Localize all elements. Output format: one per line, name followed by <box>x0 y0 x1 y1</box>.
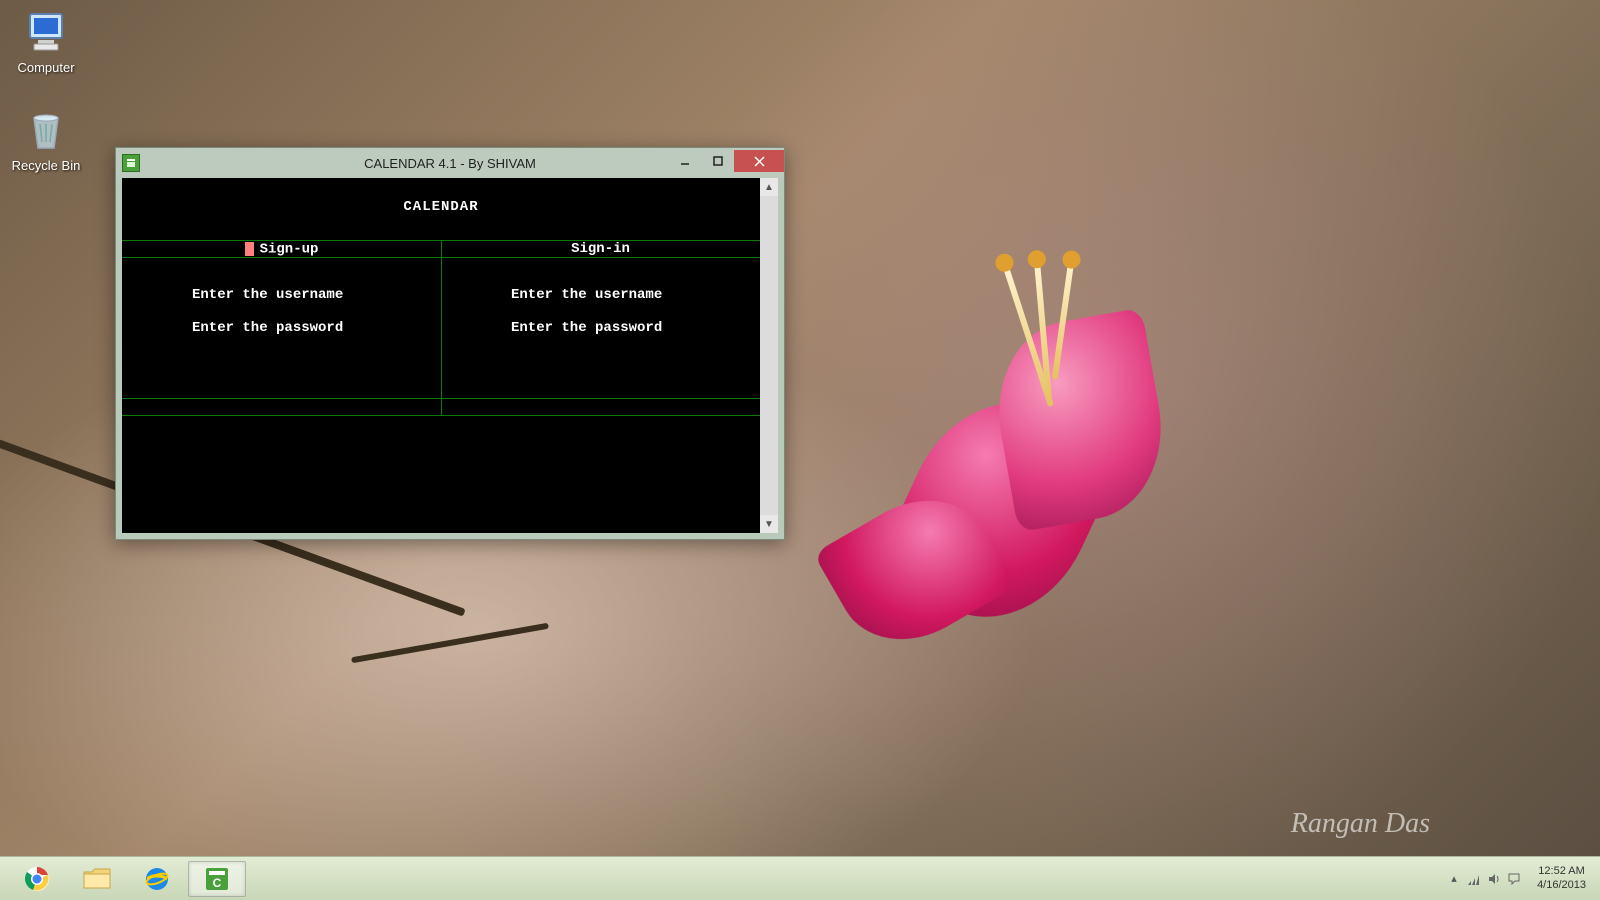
signin-title: Sign-in <box>571 241 630 257</box>
signin-username-prompt: Enter the username <box>441 288 760 303</box>
wallpaper-signature: Rangan Das <box>1291 808 1430 840</box>
divider-line <box>122 415 760 416</box>
console-area[interactable]: CALENDAR Sign-up Sign-in Enter the usern… <box>122 178 760 533</box>
clock-time: 12:52 AM <box>1537 865 1586 878</box>
taskbar: C ▴ 12:52 AM 4/16/2013 <box>0 856 1600 900</box>
scroll-up-arrow-icon[interactable]: ▲ <box>760 178 778 196</box>
recycle-bin-icon <box>22 106 70 154</box>
taskbar-clock[interactable]: 12:52 AM 4/16/2013 <box>1531 865 1592 891</box>
folder-icon <box>82 866 112 892</box>
computer-icon <box>22 8 70 56</box>
wallpaper-flower <box>850 280 1250 680</box>
desktop-icon-label: Computer <box>17 60 74 75</box>
scroll-down-arrow-icon[interactable]: ▼ <box>760 515 778 533</box>
tray-overflow-icon[interactable]: ▴ <box>1447 872 1461 886</box>
clock-date: 4/16/2013 <box>1537 879 1586 892</box>
close-button[interactable] <box>734 150 784 172</box>
signup-title: Sign-up <box>260 242 319 258</box>
network-icon[interactable] <box>1467 872 1481 886</box>
action-center-icon[interactable] <box>1507 872 1521 886</box>
chrome-icon <box>23 865 51 893</box>
signup-password-prompt: Enter the password <box>122 321 441 336</box>
internet-explorer-icon <box>143 865 171 893</box>
volume-icon[interactable] <box>1487 872 1501 886</box>
taskbar-item-file-explorer[interactable] <box>68 861 126 897</box>
system-tray: ▴ 12:52 AM 4/16/2013 <box>1447 865 1592 891</box>
vertical-scrollbar[interactable]: ▲ ▼ <box>760 178 778 533</box>
app-icon <box>122 154 140 172</box>
text-cursor <box>245 242 254 256</box>
taskbar-item-internet-explorer[interactable] <box>128 861 186 897</box>
divider-line <box>122 398 760 399</box>
svg-text:C: C <box>213 876 222 890</box>
calendar-app-icon: C <box>203 865 231 893</box>
minimize-button[interactable] <box>668 150 701 172</box>
desktop-icon-computer[interactable]: Computer <box>6 8 86 75</box>
maximize-button[interactable] <box>701 150 734 172</box>
calendar-app-window: CALENDAR 4.1 - By SHIVAM CALENDAR Sign-u… <box>115 147 785 540</box>
signin-header: Sign-in <box>441 242 760 257</box>
desktop-icon-recycle-bin[interactable]: Recycle Bin <box>6 106 86 173</box>
wallpaper-branch <box>351 623 549 664</box>
console-heading: CALENDAR <box>122 200 760 215</box>
taskbar-item-chrome[interactable] <box>8 861 66 897</box>
signup-header: Sign-up <box>122 242 441 258</box>
taskbar-item-calendar-app[interactable]: C <box>188 861 246 897</box>
signup-username-prompt: Enter the username <box>122 288 441 303</box>
titlebar[interactable]: CALENDAR 4.1 - By SHIVAM <box>116 148 784 178</box>
signin-password-prompt: Enter the password <box>441 321 760 336</box>
desktop-icon-label: Recycle Bin <box>12 158 81 173</box>
